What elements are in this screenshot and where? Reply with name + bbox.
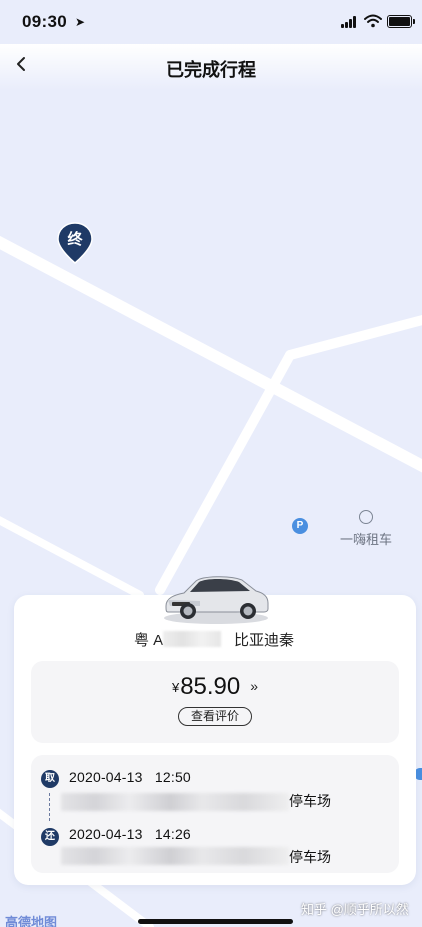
home-indicator[interactable] [138, 919, 293, 924]
fare-section[interactable]: ¥85.90 » 查看评价 [31, 661, 399, 743]
signal-icon [341, 16, 358, 28]
pickup-datetime: 2020-04-13 12:50 [69, 769, 191, 785]
pickup-badge: 取 [41, 770, 59, 788]
vehicle-info-row: 粤 A 比亚迪秦 [14, 629, 416, 651]
trip-summary-card: 粤 A 比亚迪秦 ¥85.90 » 查看评价 取 还 2020-04-13 12:… [14, 595, 416, 885]
double-chevron-right-icon[interactable]: » [250, 678, 258, 694]
status-time: 09:30 [22, 12, 67, 31]
return-location-redaction [61, 847, 289, 865]
fare-value: 85.90 [180, 673, 241, 700]
currency-symbol: ¥ [171, 680, 180, 695]
car-rental-poi[interactable]: 一嗨租车 [336, 510, 396, 548]
car-image [164, 576, 269, 624]
return-location: 停车场 [289, 849, 331, 865]
map-provider-logo: 高德地图 [5, 915, 58, 927]
poi-rental-label: 一嗨租车 [339, 532, 392, 547]
license-plate-redaction [163, 631, 221, 647]
status-bar: 09:30 ➤ [0, 0, 422, 44]
wifi-icon [364, 14, 382, 28]
vehicle-model: 比亚迪秦 [234, 632, 295, 649]
rental-icon [359, 510, 373, 524]
trip-details: 取 还 2020-04-13 12:50 停车场 2020-04-13 14:2… [31, 755, 399, 873]
watermark: 知乎 @顺乎所以然 [301, 902, 409, 917]
fare-amount[interactable]: ¥85.90 » [31, 673, 399, 701]
nav-bar: 已完成行程 [0, 44, 422, 90]
parking-poi-icon[interactable]: P [292, 518, 308, 534]
pickup-location: 停车场 [289, 793, 331, 809]
battery-icon [387, 15, 415, 28]
page-title: 已完成行程 [166, 60, 256, 80]
end-location-marker[interactable]: 终 [57, 222, 93, 264]
location-arrow-icon: ➤ [75, 15, 86, 29]
view-review-button[interactable]: 查看评价 [178, 707, 252, 726]
end-marker-label: 终 [67, 231, 83, 248]
pickup-location-redaction [61, 793, 289, 811]
return-datetime: 2020-04-13 14:26 [69, 826, 191, 842]
route-connector [49, 793, 50, 821]
return-badge: 还 [41, 828, 59, 846]
license-plate: 粤 A [134, 632, 164, 649]
